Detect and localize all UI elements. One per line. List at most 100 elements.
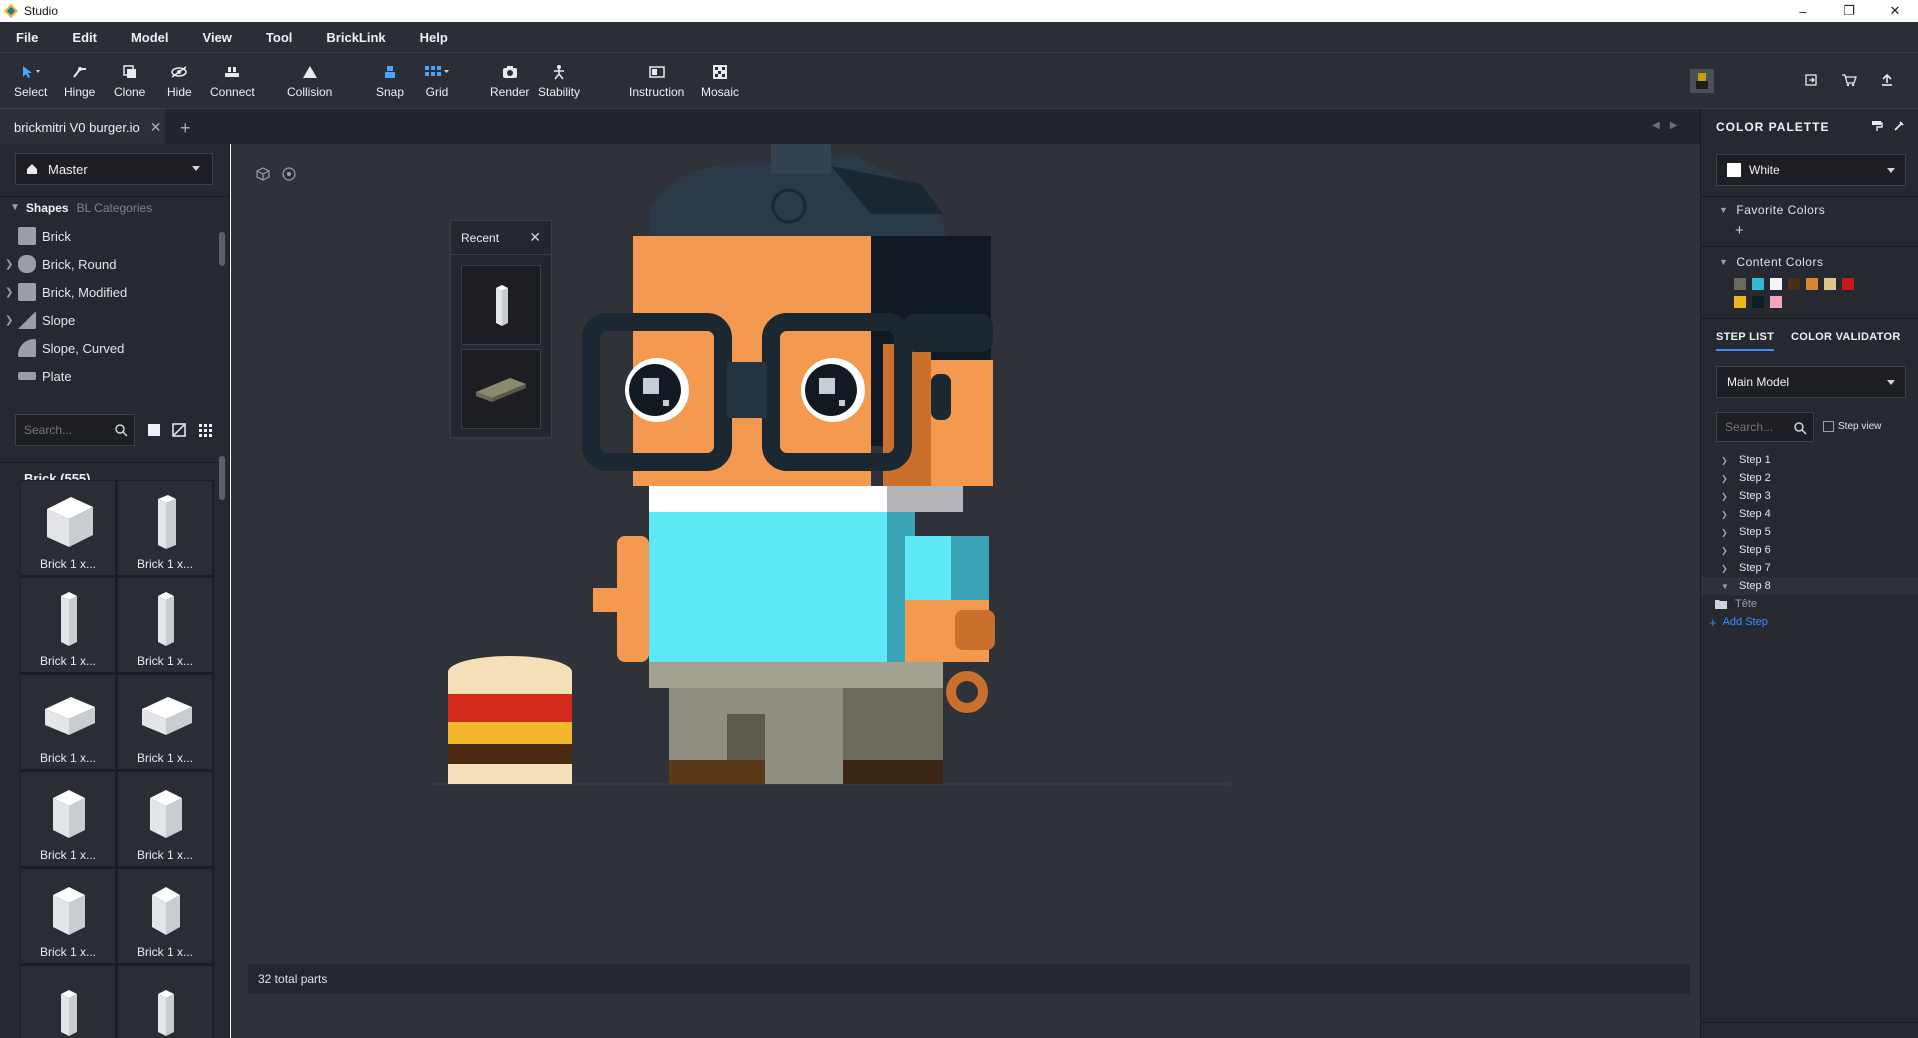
select-tool-button[interactable]: Select — [14, 61, 47, 99]
shape-item-plate[interactable]: Plate — [0, 362, 220, 390]
render-tool-button[interactable]: Render — [490, 61, 529, 99]
palette-select[interactable]: Master — [15, 153, 213, 185]
chevron-right-icon[interactable]: ❯ — [5, 287, 13, 298]
shape-item-brick[interactable]: Brick — [0, 222, 220, 250]
stability-tool-button[interactable]: Stability — [538, 61, 580, 99]
menu-view[interactable]: View — [197, 30, 232, 45]
color-swatch[interactable] — [1824, 278, 1836, 290]
minimize-icon[interactable]: – — [1780, 0, 1826, 22]
part-tile[interactable]: Brick 1 x... — [20, 868, 116, 964]
part-tile[interactable]: Brick 1 x... — [20, 674, 116, 770]
3d-viewport[interactable]: Recent ✕ 32 total parts — [231, 144, 1700, 1038]
step-item-expanded[interactable]: ▼ Step 8 — [1701, 577, 1918, 595]
color-select[interactable]: White — [1716, 154, 1906, 186]
step-item[interactable]: ❯ Step 6 — [1701, 541, 1918, 559]
shape-item-brick-round[interactable]: ❯ Brick, Round — [0, 250, 220, 278]
solid-view-icon[interactable] — [146, 422, 162, 438]
add-tab-icon[interactable]: + — [180, 118, 191, 139]
step-item[interactable]: ❯ Step 4 — [1701, 505, 1918, 523]
grid-view-icon[interactable] — [197, 422, 213, 438]
part-tile[interactable]: Brick 1 x... — [117, 480, 213, 576]
shape-item-slope[interactable]: ❯ Slope — [0, 306, 220, 334]
part-tile[interactable]: Brick 1 x... — [20, 577, 116, 673]
step-search-input[interactable] — [1725, 420, 1795, 434]
restore-icon[interactable]: ❐ — [1826, 0, 1872, 22]
color-swatch[interactable] — [1842, 278, 1854, 290]
part-tile[interactable]: Brick 1 x... — [117, 771, 213, 867]
connect-tool-button[interactable]: Connect — [210, 61, 255, 99]
collision-tool-button[interactable]: Collision — [287, 61, 332, 99]
tab-nav-arrows-icon[interactable]: ◀▶ — [1652, 120, 1687, 131]
submodel-item[interactable]: Tête — [1701, 595, 1918, 613]
color-swatch[interactable] — [1788, 278, 1800, 290]
hide-tool-button[interactable]: Hide — [167, 61, 192, 99]
shape-item-brick-modified[interactable]: ❯ Brick, Modified — [0, 278, 220, 306]
step-item[interactable]: ❯ Step 1 — [1701, 451, 1918, 469]
upload-button[interactable] — [1876, 69, 1898, 91]
add-favorite-color-icon[interactable]: + — [1735, 222, 1744, 239]
menu-model[interactable]: Model — [125, 30, 169, 45]
tab-shapes[interactable]: Shapes — [26, 201, 69, 215]
mosaic-tool-button[interactable]: Mosaic — [701, 61, 739, 99]
color-swatch[interactable] — [1734, 278, 1746, 290]
step-item[interactable]: ❯ Step 5 — [1701, 523, 1918, 541]
step-item[interactable]: ❯ Step 7 — [1701, 559, 1918, 577]
part-search-field[interactable] — [15, 414, 135, 446]
color-swatch[interactable] — [1770, 296, 1782, 308]
favorite-colors-group[interactable]: ▼ Favorite Colors — [1701, 200, 1918, 220]
step-view-checkbox[interactable] — [1823, 421, 1834, 432]
step-view-toggle[interactable]: Step view — [1823, 421, 1881, 432]
color-swatch[interactable] — [1806, 278, 1818, 290]
part-search-input[interactable] — [24, 423, 114, 437]
color-swatch[interactable] — [1734, 296, 1746, 308]
color-swatch[interactable] — [1752, 296, 1764, 308]
model-select[interactable]: Main Model — [1716, 366, 1906, 398]
menu-help[interactable]: Help — [414, 30, 448, 45]
tab-color-validator[interactable]: COLOR VALIDATOR — [1791, 331, 1901, 343]
chevron-right-icon: ❯ — [1721, 473, 1728, 483]
shape-list-scrollbar[interactable] — [219, 232, 225, 266]
part-tile[interactable]: Brick 1 x... — [117, 577, 213, 673]
menu-bricklink[interactable]: BrickLink — [320, 30, 385, 45]
add-step-button[interactable]: + Add Step — [1701, 613, 1918, 631]
cart-button[interactable] — [1838, 69, 1860, 91]
export-button[interactable] — [1800, 69, 1822, 91]
menu-file[interactable]: File — [10, 30, 38, 45]
snap-tool-button[interactable]: Snap — [376, 61, 404, 99]
search-icon[interactable] — [1793, 421, 1807, 435]
eyedropper-icon[interactable] — [1893, 120, 1905, 132]
part-grid-scrollbar[interactable] — [219, 456, 225, 500]
paint-roller-icon[interactable] — [1871, 120, 1883, 132]
menu-tool[interactable]: Tool — [260, 30, 292, 45]
chevron-down-icon[interactable]: ▼ — [10, 202, 20, 213]
menu-edit[interactable]: Edit — [66, 30, 97, 45]
grid-tool-label: Grid — [425, 85, 449, 99]
chevron-right-icon[interactable]: ❯ — [5, 259, 13, 270]
tab-step-list[interactable]: STEP LIST — [1716, 331, 1775, 351]
color-swatch[interactable] — [1752, 278, 1764, 290]
part-tile[interactable]: Brick 1 x... — [20, 771, 116, 867]
chevron-right-icon[interactable]: ❯ — [5, 315, 13, 326]
part-tile[interactable]: Brick 1 x... — [20, 480, 116, 576]
document-tab[interactable]: brickmitri V0 burger.io ✕ — [0, 109, 165, 145]
part-tile[interactable] — [117, 965, 213, 1038]
clone-tool-button[interactable]: Clone — [114, 61, 145, 99]
part-tile[interactable]: Brick 1 x... — [117, 868, 213, 964]
step-item[interactable]: ❯ Step 3 — [1701, 487, 1918, 505]
part-tile[interactable] — [20, 965, 116, 1038]
content-colors-group[interactable]: ▼ Content Colors — [1701, 252, 1918, 272]
close-tab-icon[interactable]: ✕ — [150, 119, 162, 136]
step-item[interactable]: ❯ Step 2 — [1701, 469, 1918, 487]
color-swatch[interactable] — [1770, 278, 1782, 290]
instruction-tool-button[interactable]: Instruction — [629, 61, 684, 99]
shape-item-slope-curved[interactable]: Slope, Curved — [0, 334, 220, 362]
hinge-tool-button[interactable]: Hinge — [64, 61, 95, 99]
part-tile[interactable]: Brick 1 x... — [117, 674, 213, 770]
grid-tool-button[interactable]: Grid — [424, 61, 450, 99]
close-icon[interactable]: ✕ — [1872, 0, 1918, 22]
tab-bl-categories[interactable]: BL Categories — [77, 201, 153, 215]
step-search-field[interactable] — [1716, 412, 1814, 442]
color-view-icon[interactable] — [171, 422, 187, 438]
search-icon[interactable] — [114, 423, 128, 437]
user-avatar[interactable] — [1690, 69, 1714, 93]
